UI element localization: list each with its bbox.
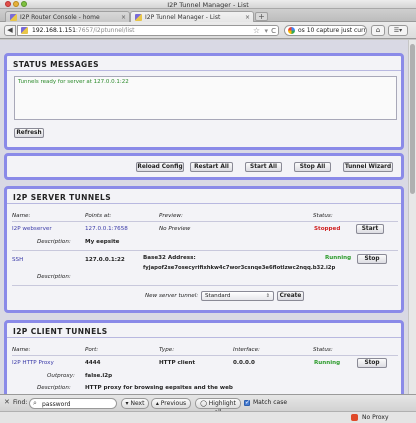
stop-tunnel-button[interactable]: Stop	[357, 358, 387, 368]
new-server-tunnel-label: New server tunnel:	[145, 293, 199, 299]
description-label: Description:	[37, 274, 71, 280]
history-dropdown-icon[interactable]: ▾	[264, 27, 268, 35]
status-badge: Running	[314, 360, 341, 366]
find-previous-button[interactable]: ▴ Previous	[151, 398, 191, 409]
base32-address: fyjapof2se7osecyrifixhkw4c7wor3csnqe3e6f…	[143, 265, 336, 271]
create-tunnel-button[interactable]: Create	[277, 291, 304, 301]
server-points-at: 127.0.0.1:22	[85, 257, 125, 263]
page-content: STATUS MESSAGES Tunnels ready for server…	[0, 40, 408, 394]
find-input-value[interactable]: password	[42, 401, 71, 408]
stop-all-button[interactable]: Stop All	[294, 162, 331, 172]
reload-config-button[interactable]: Reload Config	[136, 162, 184, 172]
server-tunnel-name-link[interactable]: I2P webserver	[12, 226, 52, 232]
close-find-bar-icon[interactable]: ✕	[4, 398, 10, 406]
client-outproxy: false.i2p	[85, 373, 113, 379]
col-header-points-at: Points at:	[85, 213, 112, 219]
match-case-checkbox[interactable]	[244, 399, 250, 406]
url-text[interactable]: 192.168.1.151:7657/i2ptunnel/list	[32, 27, 134, 34]
tab-close-icon[interactable]: ×	[121, 14, 126, 21]
panel-title: STATUS MESSAGES	[7, 56, 401, 71]
client-type: HTTP client	[159, 360, 196, 366]
search-bar[interactable]: os 10 capture just curr	[284, 25, 367, 36]
server-tunnels-panel: I2P SERVER TUNNELS Name: Points at: Prev…	[4, 186, 404, 313]
tab-close-icon[interactable]: ×	[245, 14, 250, 21]
find-label: Find:	[13, 399, 28, 406]
stop-tunnel-button[interactable]: Stop	[357, 254, 387, 264]
client-port: 4444	[85, 360, 101, 366]
start-tunnel-button[interactable]: Start	[356, 224, 384, 234]
status-message-area[interactable]: Tunnels ready for server at 127.0.0.1:22	[14, 76, 397, 120]
col-header-name: Name:	[12, 347, 31, 353]
i2p-favicon-icon	[135, 14, 142, 21]
outproxy-label: Outproxy:	[47, 373, 75, 379]
window-titlebar: I2P Tunnel Manager - List	[0, 0, 416, 9]
scrollbar-thumb[interactable]	[410, 44, 415, 194]
page-scrollbar[interactable]	[408, 40, 416, 394]
col-header-type: Type:	[159, 347, 175, 353]
col-header-status: Status:	[313, 213, 333, 219]
divider	[12, 355, 398, 356]
home-button[interactable]: ⌂	[371, 25, 385, 36]
url-bar[interactable]: 192.168.1.151:7657/i2ptunnel/list ☆ ▾ C	[17, 25, 279, 36]
col-header-interface: Interface:	[233, 347, 260, 353]
server-preview: No Preview	[159, 226, 191, 232]
server-tunnel-type-select[interactable]: Standard ⇕	[201, 291, 274, 301]
status-message: Tunnels ready for server at 127.0.0.1:22	[18, 79, 129, 85]
panel-title: I2P SERVER TUNNELS	[7, 189, 401, 204]
window-title: I2P Tunnel Manager - List	[167, 1, 249, 9]
site-identity-icon[interactable]	[21, 27, 28, 34]
tab-tunnel-manager[interactable]: I2P Tunnel Manager - List ×	[130, 11, 254, 22]
controls-panel: Reload Config Restart All Start All Stop…	[4, 153, 404, 180]
server-tunnel-name-link[interactable]: SSH	[12, 257, 23, 263]
status-badge: Stopped	[314, 226, 341, 232]
find-input[interactable]: ⌕ password	[29, 398, 117, 409]
divider	[12, 221, 398, 222]
tab-label: I2P Router Console - home	[20, 14, 100, 21]
tab-bar: I2P Router Console - home × I2P Tunnel M…	[0, 9, 416, 22]
description-label: Description:	[37, 385, 71, 391]
server-description: My eepsite	[85, 239, 120, 245]
search-input[interactable]: os 10 capture just curr	[298, 27, 366, 34]
tab-label: I2P Tunnel Manager - List	[145, 14, 221, 21]
client-tunnels-panel: I2P CLIENT TUNNELS Name: Port: Type: Int…	[4, 320, 404, 394]
proxy-status-text[interactable]: No Proxy	[362, 414, 389, 421]
i2p-favicon-icon	[10, 14, 17, 21]
restart-all-button[interactable]: Restart All	[190, 162, 233, 172]
search-icon: ⌕	[33, 399, 37, 407]
client-description: HTTP proxy for browsing eepsites and the…	[85, 385, 233, 391]
col-header-status: Status:	[313, 347, 333, 353]
chevron-updown-icon: ⇕	[265, 293, 270, 299]
highlight-all-toggle[interactable]: ◯ Highlight all	[195, 398, 241, 416]
divider	[12, 250, 398, 251]
bookmark-star-icon[interactable]: ☆	[253, 26, 260, 35]
status-messages-panel: STATUS MESSAGES Tunnels ready for server…	[4, 53, 404, 150]
find-next-button[interactable]: ▾ Next	[121, 398, 149, 409]
tunnel-wizard-button[interactable]: Tunnel Wizard	[343, 162, 393, 172]
client-interface: 0.0.0.0	[233, 360, 255, 366]
col-header-port: Port:	[85, 347, 99, 353]
reload-icon[interactable]: C	[271, 27, 276, 35]
description-label: Description:	[37, 239, 71, 245]
client-tunnel-name-link[interactable]: I2P HTTP Proxy	[12, 360, 54, 366]
refresh-button[interactable]: Refresh	[14, 128, 44, 138]
status-badge: Running	[325, 255, 352, 261]
back-button[interactable]: ◀	[4, 25, 16, 36]
proxy-icon[interactable]	[351, 414, 358, 421]
col-header-preview: Preview:	[159, 213, 183, 219]
google-search-icon[interactable]	[288, 27, 295, 34]
base32-label: Base32 Address:	[143, 255, 196, 261]
navigation-bar: ◀ 192.168.1.151:7657/i2ptunnel/list ☆ ▾ …	[0, 22, 416, 39]
tab-router-console[interactable]: I2P Router Console - home ×	[5, 11, 130, 22]
match-case-label: Match case	[253, 399, 288, 406]
start-all-button[interactable]: Start All	[245, 162, 282, 172]
new-tab-button[interactable]: +	[255, 12, 268, 21]
bookmarks-menu-button[interactable]: ☰▾	[388, 25, 408, 36]
find-bar: ✕ Find: ⌕ password ▾ Next ▴ Previous ◯ H…	[0, 394, 416, 416]
divider	[12, 285, 398, 286]
col-header-name: Name:	[12, 213, 31, 219]
select-value: Standard	[205, 293, 231, 299]
status-bar: No Proxy	[0, 411, 416, 423]
server-points-at-link[interactable]: 127.0.0.1:7658	[85, 226, 128, 232]
panel-title: I2P CLIENT TUNNELS	[7, 323, 401, 338]
